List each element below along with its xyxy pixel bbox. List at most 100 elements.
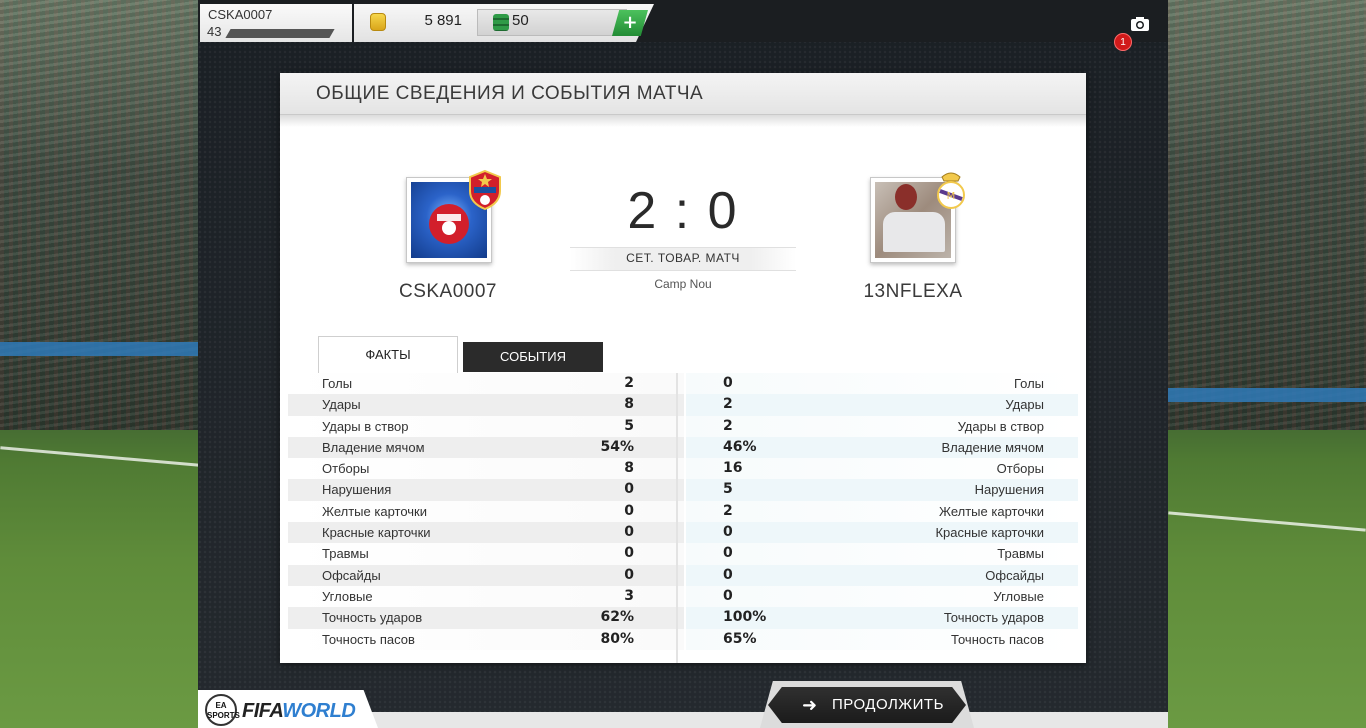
card-header-shadow <box>280 115 1086 127</box>
stat-label-away: Угловые <box>993 588 1044 604</box>
stat-label-home: Нарушения <box>322 482 392 498</box>
stat-label-away: Офсайды <box>985 567 1044 583</box>
tab-facts[interactable]: ФАКТЫ <box>318 336 458 373</box>
match-stats-table: Голы 2 0 Голы Удары 8 2 Удары Удары в створ 5 2 Уда… <box>288 373 1078 650</box>
stat-label-away: Удары в створ <box>957 418 1044 434</box>
stats-row: Удары 8 2 Удары <box>288 394 1078 416</box>
stat-label-home: Точность пасов <box>322 631 415 647</box>
stat-value-away: 2 <box>723 396 733 413</box>
xp-progress-bar <box>225 29 335 38</box>
stat-value-home: 0 <box>624 524 634 541</box>
match-score: 2 : 0 <box>627 182 739 240</box>
stats-row: Точность пасов 80% 65% Точность пасов <box>288 628 1078 650</box>
stat-label-home: Красные карточки <box>322 525 431 541</box>
stat-value-home: 8 <box>624 460 634 477</box>
fifa-wordmark-fifa: FIFA <box>242 700 283 722</box>
stat-value-home: 0 <box>624 502 634 519</box>
stat-value-away: 0 <box>723 375 733 391</box>
stats-row: Угловые 3 0 Угловые <box>288 585 1078 608</box>
stat-value-away: 2 <box>723 502 733 519</box>
stat-value-home: 2 <box>624 375 634 391</box>
stat-value-home: 0 <box>624 545 634 562</box>
ea-logo-text: EA SPORTS <box>207 701 240 720</box>
home-team-name: CSKA0007 <box>398 281 497 302</box>
stadium-stands-right <box>1166 0 1366 430</box>
coins-value: 5 891 <box>424 12 462 29</box>
away-team-name: 13NFLEXA <box>863 281 963 302</box>
stat-value-away: 65% <box>723 630 757 647</box>
stat-value-home: 3 <box>624 587 634 604</box>
stat-label-home: Желтые карточки <box>322 503 427 519</box>
stat-value-away: 2 <box>723 417 733 434</box>
stats-row: Голы 2 0 Голы <box>288 373 1078 395</box>
stat-label-away: Владение мячом <box>941 439 1044 455</box>
stadium-name: Camp Nou <box>654 277 712 291</box>
stats-row: Владение мячом 54% 46% Владение мячом <box>288 436 1078 459</box>
stat-label-away: Красные карточки <box>935 525 1044 541</box>
stat-value-away: 0 <box>723 566 733 583</box>
stat-value-away: 0 <box>723 587 733 604</box>
match-type: СЕТ. ТОВАР. МАТЧ <box>626 251 740 265</box>
svg-text:M: M <box>947 191 956 202</box>
stat-value-away: 100% <box>723 609 767 626</box>
stats-row: Точность ударов 62% 100% Точность ударов <box>288 607 1078 629</box>
user-profile-box[interactable]: CSKA0007 43 <box>200 4 352 42</box>
real-madrid-crest-icon: M <box>937 172 965 209</box>
cska-crest-icon <box>469 169 501 211</box>
user-level: 43 <box>207 24 222 39</box>
stadium-stands-left <box>0 0 200 430</box>
stats-row: Офсайды 0 0 Офсайды <box>288 564 1078 586</box>
stats-row: Нарушения 0 5 Нарушения <box>288 479 1078 501</box>
stat-value-home: 0 <box>624 566 634 583</box>
continue-button[interactable]: ➜ ПРОДОЛЖИТЬ <box>768 687 966 723</box>
stat-value-away: 16 <box>723 460 743 477</box>
stat-value-away: 5 <box>723 481 733 498</box>
stat-label-home: Голы <box>322 376 353 391</box>
fifa-wordmark-world: WORLD <box>282 700 356 722</box>
stat-value-home: 54% <box>600 438 634 455</box>
stat-label-away: Удары <box>1005 397 1044 413</box>
stat-value-away: 46% <box>723 438 757 455</box>
stat-label-home: Угловые <box>322 588 373 604</box>
stat-value-home: 5 <box>624 417 634 434</box>
points-icon <box>493 14 509 31</box>
stats-row: Отборы 8 16 Отборы <box>288 458 1078 480</box>
stats-row: Красные карточки 0 0 Красные карточки <box>288 522 1078 544</box>
tab-events[interactable]: СОБЫТИЯ <box>463 342 603 372</box>
stat-value-away: 0 <box>723 545 733 562</box>
card-title: ОБЩИЕ СВЕДЕНИЯ И СОБЫТИЯ МАТЧА <box>316 83 704 104</box>
stat-label-home: Удары в створ <box>322 418 409 434</box>
stats-row: Травмы 0 0 Травмы <box>288 543 1078 565</box>
stat-label-home: Офсайды <box>322 567 381 583</box>
stats-row: Удары в створ 5 2 Удары в створ <box>288 415 1078 437</box>
stats-row: Желтые карточки 0 2 Желтые карточки <box>288 500 1078 523</box>
match-summary-card: ОБЩИЕ СВЕДЕНИЯ И СОБЫТИЯ МАТЧА CSKA0007 … <box>280 73 1086 663</box>
stat-label-home: Владение мячом <box>322 439 425 455</box>
stat-label-away: Голы <box>1013 376 1044 391</box>
stat-label-away: Желтые карточки <box>939 503 1044 519</box>
card-header: ОБЩИЕ СВЕДЕНИЯ И СОБЫТИЯ МАТЧА <box>280 73 1086 115</box>
fifa-world-wordmark: FIFAWORLD <box>242 700 356 723</box>
adboard-left <box>0 342 200 356</box>
adboard-right <box>1168 388 1366 402</box>
camera-icon[interactable] <box>1130 16 1150 32</box>
stat-label-away: Отборы <box>996 461 1044 477</box>
stat-label-away: Нарушения <box>974 482 1044 498</box>
stat-value-home: 62% <box>600 609 634 626</box>
stat-value-home: 80% <box>600 630 634 647</box>
arrow-right-icon: ➜ <box>802 695 818 715</box>
coins-icon <box>370 13 386 31</box>
stat-label-home: Точность ударов <box>322 610 423 626</box>
stat-label-home: Отборы <box>322 461 370 477</box>
stat-label-home: Удары <box>322 397 361 413</box>
stat-label-home: Травмы <box>322 546 369 562</box>
notification-badge[interactable]: 1 <box>1114 33 1132 51</box>
stat-label-away: Травмы <box>997 546 1044 562</box>
ea-sports-logo-icon: EA SPORTS <box>205 694 240 726</box>
stat-value-home: 0 <box>624 481 634 498</box>
stats-divider <box>676 373 678 663</box>
continue-label: ПРОДОЛЖИТЬ <box>832 696 944 713</box>
stat-value-away: 0 <box>723 524 733 541</box>
stat-value-home: 8 <box>624 396 634 413</box>
stat-label-away: Точность ударов <box>943 610 1044 626</box>
